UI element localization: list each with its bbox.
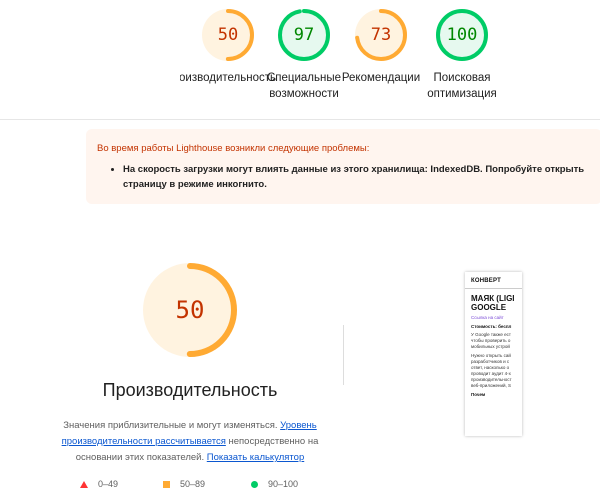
gauge-ring: 97 — [276, 7, 332, 63]
category-gauges: 50 Производительность 97 Специальныевозм… — [0, 0, 600, 118]
thumbnail-link: Ссылка на сайт — [471, 315, 504, 320]
legend-range: 50–89 — [180, 479, 206, 489]
warning-item: На скорость загрузки могут влиять данные… — [123, 162, 600, 192]
thumbnail-cost: Стоимость: беспл — [471, 324, 512, 329]
gauge-score: 97 — [293, 25, 315, 45]
gauge-seo[interactable]: 100 Поисковая оптимизация — [414, 0, 510, 102]
thumbnail-more: Почем — [471, 392, 486, 397]
performance-gauge: 50 — [140, 260, 240, 360]
legend-item-poor: 0–49 — [80, 478, 118, 490]
legend-item-good: 90–100 — [251, 478, 298, 490]
warning-list: На скорость загрузки могут влиять данные… — [97, 162, 600, 192]
performance-score: 50 — [175, 296, 205, 324]
gauge-score: 50 — [217, 25, 239, 45]
legend-item-average: 50–89 — [163, 478, 205, 490]
thumbnail-headline: МАЯК (LIGI GOOGLE — [471, 294, 515, 312]
final-screenshot-thumbnail[interactable]: КОНВЕРТ МАЯК (LIGI GOOGLE Ссылка на сайт … — [465, 272, 522, 436]
gauge-ring: 73 — [353, 7, 409, 63]
gauge-score: 73 — [370, 25, 392, 45]
circle-icon — [251, 481, 258, 489]
triangle-icon — [80, 481, 88, 489]
legend-range: 90–100 — [268, 479, 299, 489]
warning-title: Во время работы Lighthouse возникли след… — [97, 143, 370, 154]
gauge-ring: 100 — [434, 7, 490, 63]
show-calculator-link[interactable]: Показать калькулятор — [207, 452, 304, 463]
square-icon — [163, 481, 170, 489]
thumbnail-brand: КОНВЕРТ — [471, 278, 501, 284]
thumbnail-paragraph: Нужно открыть сай разработчиков и с ответ,… — [471, 353, 512, 388]
warning-box: Во время работы Lighthouse возникли след… — [86, 129, 600, 204]
performance-description: Значения приблизительные и могут изменят… — [52, 418, 328, 466]
desc-text: Значения приблизительные и могут изменят… — [63, 420, 281, 431]
thumbnail-rule — [465, 288, 522, 289]
column-divider — [343, 325, 344, 385]
gauge-score: 100 — [446, 25, 478, 45]
thumbnail-paragraph: У Google также ест чтобы проверить о мобил… — [471, 332, 511, 349]
header-divider — [0, 119, 600, 120]
gauge-ring: 50 — [200, 7, 256, 63]
legend-range: 0–49 — [98, 479, 119, 489]
performance-title: Производительность — [102, 380, 278, 400]
gauge-label: Поисковая оптимизация — [427, 72, 497, 100]
